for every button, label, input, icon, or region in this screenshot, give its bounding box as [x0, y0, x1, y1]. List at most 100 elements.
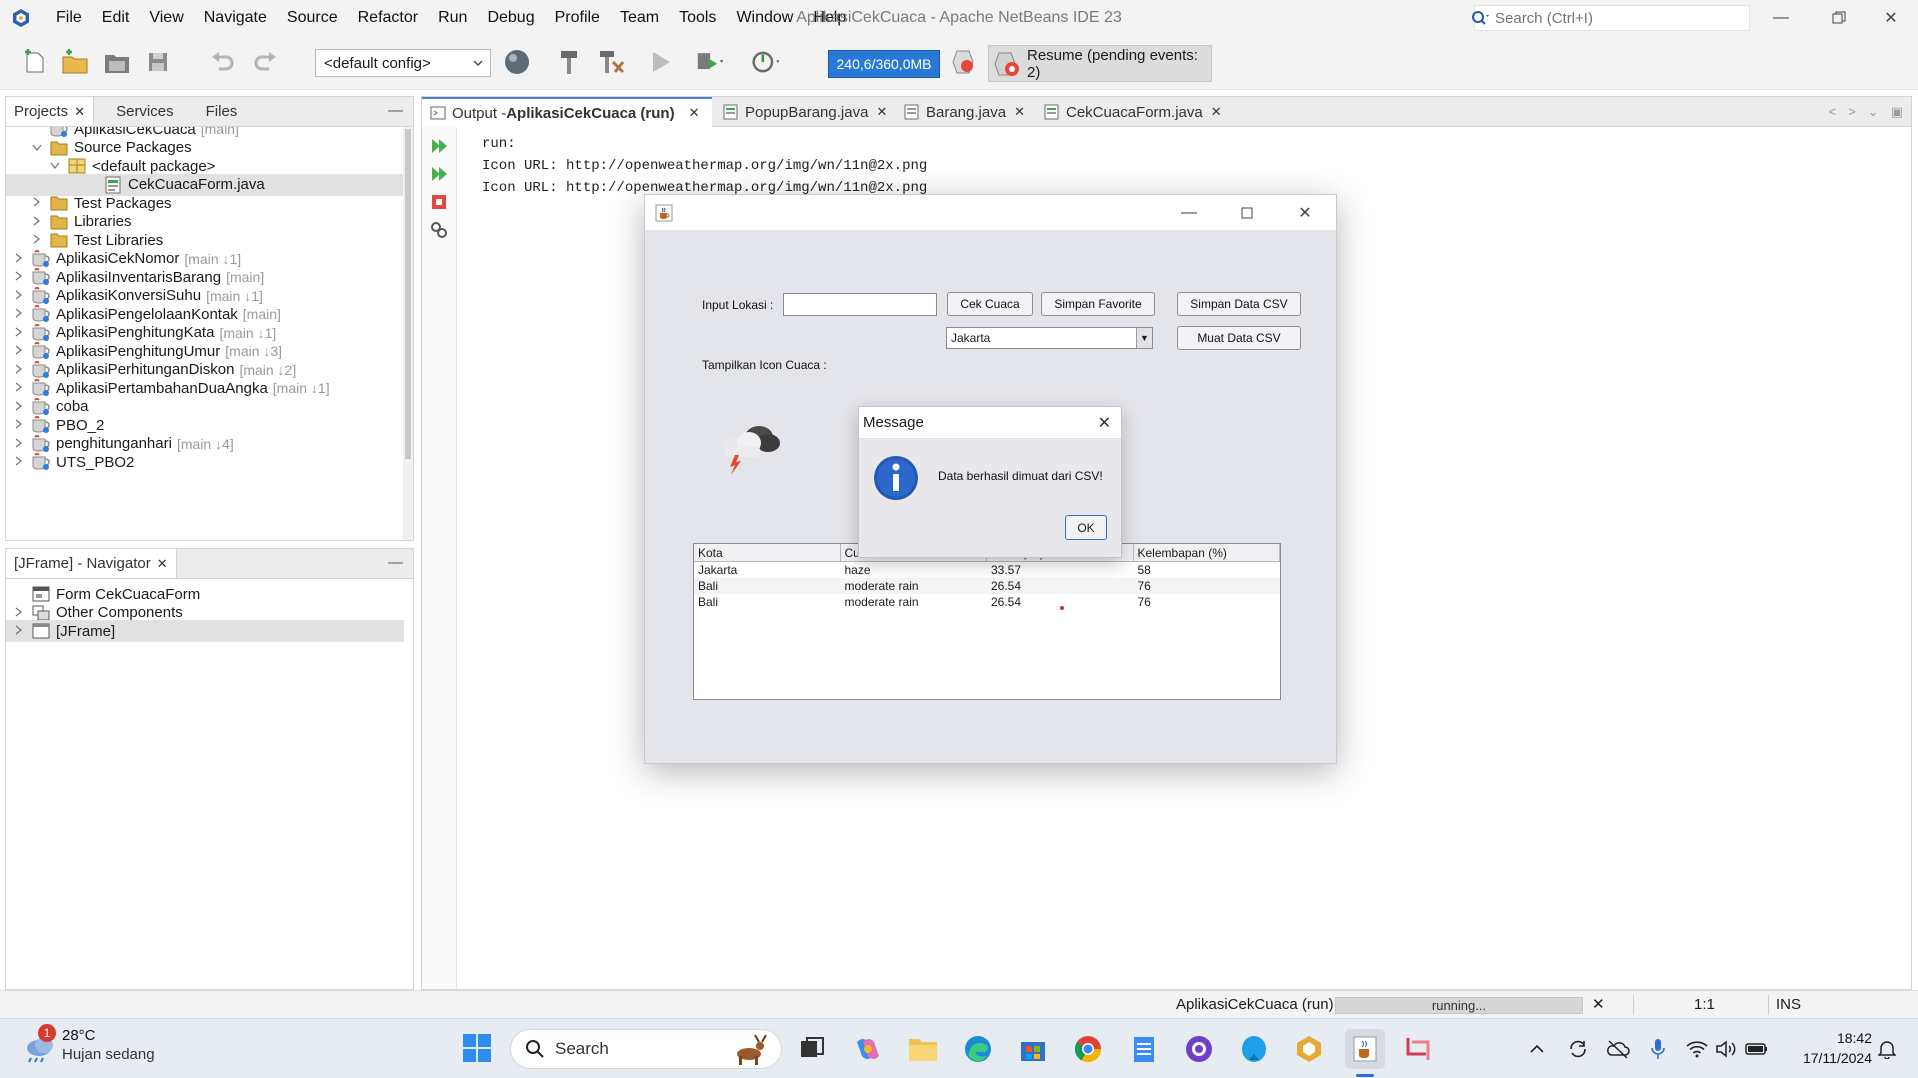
save-all-button[interactable] [144, 47, 174, 77]
netbeans-taskbar-icon[interactable] [1291, 1031, 1327, 1067]
scroll-right-icon[interactable]: > [1848, 104, 1856, 120]
chrome-browser-icon[interactable] [1070, 1031, 1106, 1067]
bluebird-app-icon[interactable] [1236, 1031, 1272, 1067]
chevron-down-icon[interactable]: ⌄ [1868, 104, 1879, 120]
rerun-icon[interactable] [428, 135, 450, 157]
chevron-right-icon[interactable] [12, 326, 26, 340]
ide-search-input[interactable] [1495, 9, 1725, 27]
java-app-taskbar-icon[interactable] [1345, 1029, 1385, 1069]
show-hidden-icons-chevron-icon[interactable] [1522, 1031, 1552, 1067]
chevron-right-icon[interactable] [12, 307, 26, 321]
chevron-right-icon[interactable] [30, 215, 44, 229]
microsoft-store-icon[interactable] [1015, 1031, 1051, 1067]
build-hammer-button[interactable] [554, 47, 584, 77]
rerun-with-params-icon[interactable] [428, 163, 450, 185]
copilot-icon[interactable] [850, 1031, 886, 1067]
redo-button[interactable] [250, 47, 280, 77]
tab-popupbarang[interactable]: PopupBarang.java ✕ [715, 97, 895, 127]
column-header[interactable]: Kelembapan (%) [1134, 544, 1280, 561]
restore-button[interactable] [1810, 0, 1868, 36]
menu-source[interactable]: Source [277, 0, 348, 36]
java-minimize-button[interactable]: — [1164, 195, 1214, 231]
chevron-right-icon[interactable] [12, 252, 26, 266]
menu-navigate[interactable]: Navigate [194, 0, 277, 36]
undo-button[interactable] [208, 47, 238, 77]
task-view-icon[interactable] [794, 1031, 830, 1067]
cek-cuaca-button[interactable]: Cek Cuaca [947, 292, 1033, 316]
minimize-panel-icon[interactable]: — [388, 102, 403, 119]
clean-build-button[interactable] [596, 47, 626, 77]
chevron-right-icon[interactable] [30, 233, 44, 247]
settings-icon[interactable] [428, 219, 450, 241]
chevron-right-icon[interactable] [12, 344, 26, 358]
run-button[interactable] [646, 47, 676, 77]
sync-icon[interactable] [1562, 1031, 1594, 1067]
ok-button[interactable]: OK [1065, 515, 1107, 540]
close-icon[interactable]: ✕ [1211, 104, 1222, 120]
simpan-data-csv-button[interactable]: Simpan Data CSV [1177, 292, 1301, 316]
menu-view[interactable]: View [139, 0, 193, 36]
new-project-button[interactable] [60, 47, 90, 77]
chevron-right-icon[interactable] [30, 196, 44, 210]
resume-button[interactable]: Resume (pending events: 2) [988, 45, 1212, 82]
favorite-location-dropdown[interactable]: Jakarta ▼ [946, 327, 1153, 349]
tab-files[interactable]: Files [198, 97, 246, 126]
cancel-task-icon[interactable]: ✕ [1592, 995, 1605, 1013]
chevron-right-icon[interactable] [12, 606, 26, 620]
weather-table[interactable]: KotaCuacaSuhu (°C)Kelembapan (%) Jakarta… [693, 543, 1281, 700]
project-tree-scrollbar[interactable] [403, 127, 413, 540]
scroll-left-icon[interactable]: < [1829, 104, 1837, 120]
minimize-button[interactable]: — [1752, 0, 1810, 36]
java-maximize-button[interactable] [1222, 195, 1272, 231]
menu-team[interactable]: Team [610, 0, 669, 36]
file-explorer-icon[interactable] [905, 1031, 941, 1067]
new-file-button[interactable] [20, 47, 50, 77]
ide-search-box[interactable] [1472, 5, 1750, 31]
config-dropdown[interactable]: <default config> [315, 49, 491, 77]
weather-widget[interactable]: 1 28°C Hujan sedang [22, 1024, 155, 1065]
chevron-right-icon[interactable] [12, 289, 26, 303]
simpan-favorite-button[interactable]: Simpan Favorite [1041, 292, 1155, 316]
input-lokasi-field[interactable] [783, 293, 937, 316]
close-icon[interactable]: ✕ [689, 105, 700, 121]
taskbar-search-box[interactable]: Search [510, 1029, 782, 1069]
chevron-right-icon[interactable] [12, 363, 26, 377]
open-project-button[interactable] [102, 47, 132, 77]
close-icon[interactable]: ✕ [157, 556, 168, 572]
java-close-button[interactable]: ✕ [1280, 195, 1330, 231]
debug-button[interactable] [696, 47, 726, 77]
menu-file[interactable]: File [46, 0, 92, 36]
tab-navigator[interactable]: [JFrame] - Navigator ✕ [6, 549, 177, 578]
onedrive-offline-icon[interactable] [1602, 1031, 1634, 1067]
tree-item[interactable]: [JFrame] [6, 620, 404, 642]
chevron-right-icon[interactable] [12, 400, 26, 414]
chevron-right-icon[interactable] [12, 270, 26, 284]
tab-cekcuacaform[interactable]: CekCuacaForm.java ✕ [1036, 97, 1230, 127]
chevron-right-icon[interactable] [12, 437, 26, 451]
menu-help[interactable]: Help [803, 0, 856, 36]
menu-debug[interactable]: Debug [477, 0, 544, 36]
close-icon[interactable]: ✕ [74, 104, 85, 120]
tab-barang[interactable]: Barang.java ✕ [896, 97, 1033, 127]
maximize-icon[interactable]: ▣ [1891, 104, 1903, 120]
edge-browser-icon[interactable] [960, 1031, 996, 1067]
menu-tools[interactable]: Tools [669, 0, 726, 36]
close-icon[interactable]: ✕ [1098, 413, 1111, 433]
memory-usage-indicator[interactable]: 240,6/360,0MB [828, 50, 940, 78]
chevron-right-icon[interactable] [12, 455, 26, 469]
chevron-down-icon[interactable] [48, 159, 62, 173]
notepad-icon[interactable] [1126, 1031, 1162, 1067]
battery-charging-icon[interactable] [1740, 1031, 1774, 1067]
github-desktop-icon[interactable] [1181, 1031, 1217, 1067]
muat-data-csv-button[interactable]: Muat Data CSV [1177, 326, 1301, 350]
menu-edit[interactable]: Edit [92, 0, 140, 36]
menu-profile[interactable]: Profile [545, 0, 610, 36]
close-window-button[interactable]: ✕ [1862, 0, 1918, 36]
chevron-right-icon[interactable] [12, 624, 26, 638]
chevron-down-icon[interactable] [30, 141, 44, 155]
table-row[interactable]: Jakarta haze 33.57 58 [694, 562, 1280, 578]
column-header[interactable]: Kota [694, 544, 841, 561]
gc-icon[interactable] [948, 47, 978, 77]
menu-run[interactable]: Run [428, 0, 477, 36]
minimize-panel-icon[interactable]: — [388, 554, 403, 571]
